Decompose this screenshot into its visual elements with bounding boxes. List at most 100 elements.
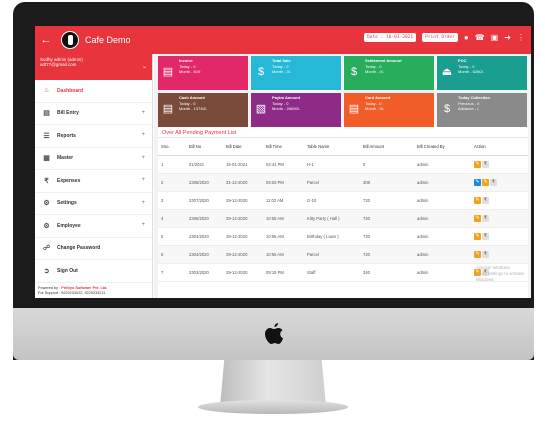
- table-cell: admin: [414, 191, 471, 210]
- expand-icon[interactable]: +: [141, 200, 145, 206]
- table-cell: 720: [360, 245, 414, 264]
- edit-button[interactable]: ✎: [474, 232, 481, 240]
- payment-button[interactable]: ₹: [482, 214, 489, 222]
- sidebar-item-label: Master: [57, 155, 74, 162]
- sidebar-item-settings[interactable]: ⚙ Settings +: [35, 193, 152, 215]
- table-cell: 10:56 AM: [263, 227, 304, 246]
- cash-icon: ▤: [162, 103, 174, 115]
- table-cell: 29-12-2020: [223, 209, 263, 228]
- expand-icon[interactable]: +: [141, 222, 145, 228]
- table-cell: 5: [158, 227, 186, 246]
- table-cell: 09:15 PM: [263, 263, 304, 282]
- payment-button[interactable]: ₹: [482, 232, 489, 240]
- sidebar-item-reports[interactable]: ☰ Reports +: [35, 125, 152, 148]
- receipt-icon: ▤: [43, 110, 50, 118]
- card-month: Month - 6260/-: [458, 69, 485, 74]
- employee-icon: ⚙: [43, 222, 50, 230]
- expand-icon[interactable]: +: [141, 177, 145, 183]
- sidebar-item-expenses[interactable]: ₹ Expenses +: [35, 170, 152, 193]
- table-row: 1 01/2021 16-01-2021 04:41 PM H-1 0 admin ✎ ₹: [158, 155, 528, 174]
- payment-button[interactable]: ₹: [482, 160, 489, 168]
- card-month: Month - 26690/-: [272, 106, 301, 111]
- sidebar-item-dashboard[interactable]: ⌂ Dashboard: [35, 80, 152, 103]
- card-month: Month - 13740/-: [179, 106, 208, 111]
- print-order-button[interactable]: Print Order: [422, 33, 458, 42]
- sidebar-item-label: Settings: [57, 200, 77, 207]
- sidebar-item-label: Expenses: [57, 177, 81, 184]
- payment-button[interactable]: ₹: [482, 250, 489, 258]
- phone-icon[interactable]: ☎: [475, 33, 485, 42]
- table-cell: 0: [360, 155, 414, 174]
- action-cell: ✎ ₹: [471, 191, 528, 210]
- card-icon: ▤: [348, 103, 360, 115]
- table-row: 3 2307/2020 29-12-2020 11:02 AM G-10 720 admin…: [158, 191, 528, 210]
- table-cell: admin: [414, 173, 471, 192]
- payment-button[interactable]: ₹: [490, 178, 497, 186]
- table-cell: 4: [158, 209, 186, 228]
- table-cell: 3: [158, 191, 186, 210]
- table-cell: 6: [158, 245, 186, 264]
- lock-icon[interactable]: ▣: [491, 33, 499, 42]
- edit-button[interactable]: ✎: [482, 178, 489, 186]
- table-row: 5 2304/2020 29-12-2020 10:56 AM Birthday ( L…: [158, 227, 528, 246]
- table-cell: Staff: [304, 263, 360, 282]
- table-cell: 2307/2020: [186, 191, 223, 210]
- sidebar-item-sign-out[interactable]: ➲ Sign Out: [35, 260, 152, 283]
- table-cell: 308: [360, 173, 414, 192]
- card-settlement[interactable]: $ Settlement Amount Today - 0 Month - 0/…: [344, 56, 434, 90]
- table-cell: 720: [360, 191, 414, 210]
- col-bill-date: Bill Date: [223, 138, 263, 156]
- expand-icon[interactable]: +: [141, 132, 145, 138]
- expand-icon[interactable]: +: [141, 155, 145, 161]
- card-card-amount[interactable]: ▤ Card Amount Today - 0 Month - 0/-: [344, 93, 434, 127]
- pending-payment-table: Sno. Bill No Bill Date Bill Time Table N…: [158, 138, 528, 282]
- table-cell: Birthday ( Lawn ): [304, 227, 360, 246]
- card-month: Month - 0/-: [365, 106, 385, 111]
- more-vert-icon[interactable]: ⋮: [517, 33, 525, 42]
- edit-button[interactable]: ✎: [474, 160, 481, 168]
- table-cell: 720: [360, 209, 414, 228]
- sidebar-item-employee[interactable]: ⚙ Employee +: [35, 215, 152, 238]
- expand-icon[interactable]: +: [141, 110, 145, 116]
- print-button[interactable]: ✎: [474, 178, 481, 186]
- panel-title: Over All Pending Payment List: [158, 127, 528, 138]
- sidebar-item-change-password[interactable]: ☍ Change Password: [35, 238, 152, 260]
- edit-button[interactable]: ✎: [474, 250, 481, 258]
- table-cell: G-10: [304, 191, 360, 210]
- app-bar: ← Cafe Demo Date : 16-01-2021 Print Orde…: [35, 26, 531, 54]
- pending-payment-panel: Over All Pending Payment List Sno. Bill …: [158, 127, 528, 298]
- back-arrow-icon[interactable]: ←: [35, 34, 57, 46]
- chevron-down-icon[interactable]: ⌄: [142, 63, 147, 70]
- table-cell: admin: [414, 263, 471, 282]
- sidebar-item-bill-entry[interactable]: ▤ Bill Entry +: [35, 103, 152, 125]
- card-total-sale[interactable]: $ Total Sale Today - 0 Month - 0/-: [251, 56, 341, 90]
- sidebar-item-master[interactable]: ▦ Master +: [35, 148, 152, 170]
- card-paytm[interactable]: ▧ Paytm Amount Today - 0 Month - 26690/-: [251, 93, 341, 127]
- expense-icon: ₹: [44, 177, 49, 185]
- payment-button[interactable]: ₹: [482, 196, 489, 204]
- table-cell: 10:58 AM: [263, 209, 304, 228]
- table-cell: 2308/2020: [186, 173, 223, 192]
- card-cash[interactable]: ▤ Cash Amount Today - 0 Month - 13740/-: [158, 93, 248, 127]
- table-cell: 01/2021: [186, 155, 223, 174]
- table-row: 2 2308/2020 31-12-2020 09:03 PM Parcel 308 adm…: [158, 173, 528, 192]
- col-table-name: Table Name: [304, 138, 360, 156]
- collection-icon: $: [443, 103, 451, 115]
- powered-by-company[interactable]: Prithyo Software Pvt. Ltd.: [61, 286, 107, 290]
- lock-icon: ☍: [42, 245, 51, 253]
- table-cell: 29-12-2020: [223, 191, 263, 210]
- table-cell: 720: [360, 227, 414, 246]
- table-cell: 29-12-2020: [223, 245, 263, 264]
- signout-icon[interactable]: ➜: [504, 33, 511, 42]
- table-header-row: Sno. Bill No Bill Date Bill Time Table N…: [158, 138, 528, 156]
- card-today-collection[interactable]: $ Today Collection Previous - 0 Advance …: [437, 93, 527, 127]
- user-profile-box[interactable]: Sudhy admin (admin) adt77@gmail.com ⌄: [35, 54, 152, 80]
- edit-button[interactable]: ✎: [474, 196, 481, 204]
- card-poc[interactable]: ⏏ POC Today - 0 Month - 6260/-: [437, 56, 527, 90]
- support-phone: For Support : 9229233022, 9229233211: [38, 291, 106, 295]
- notification-bell-icon[interactable]: ●: [464, 33, 469, 42]
- card-invoice[interactable]: ▤ Invoice Today - 0 Month - 619: [158, 56, 248, 90]
- edit-button[interactable]: ✎: [474, 214, 481, 222]
- action-cell: ✎ ₹: [471, 155, 528, 174]
- action-cell: ✎ ✎ ₹: [471, 173, 528, 192]
